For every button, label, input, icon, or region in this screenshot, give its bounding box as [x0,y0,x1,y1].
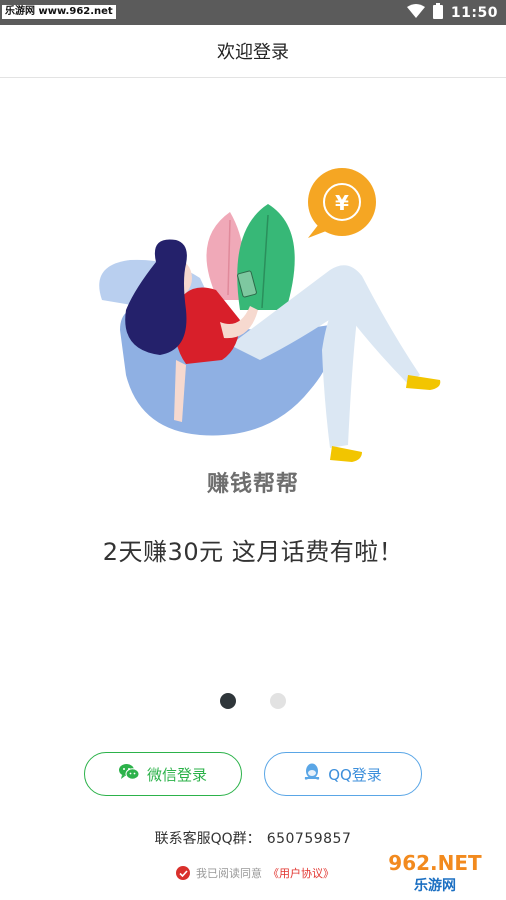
user-agreement-link[interactable]: 《用户协议》 [268,865,334,881]
pager-dot[interactable] [270,693,286,709]
watermark-top: 乐游网 www.962.net [2,5,116,19]
header: 欢迎登录 [0,25,506,78]
coin-bubble-icon: ¥ [308,168,376,238]
pager-dot-active[interactable] [220,693,236,709]
qq-penguin-icon [304,763,320,785]
contact-qq-number[interactable]: 650759857 [267,831,352,847]
watermark-logo: 962.NET 乐游网 [368,848,502,896]
agreement-row: 我已阅读同意 《用户协议》 [176,865,334,881]
contact-label: 联系客服QQ群： [154,831,261,847]
pager-dots [0,693,506,709]
status-time: 11:50 [450,4,498,21]
wifi-icon [406,3,425,22]
qq-login-button[interactable]: QQ登录 [264,752,422,796]
wechat-login-button[interactable]: 微信登录 [84,752,242,796]
agreement-checkbox[interactable] [176,866,190,880]
qq-login-label: QQ登录 [328,765,382,784]
agreement-prefix: 我已阅读同意 [196,867,262,880]
coin-symbol: ¥ [335,191,349,215]
slogan: 2天赚30元 这月话费有啦！ [102,538,404,566]
watermark-logo-top: 962.NET [388,851,482,875]
status-bar: 乐游网 www.962.net 11:50 [0,0,506,25]
battery-icon [432,2,443,23]
wechat-icon [118,763,140,785]
page-title: 欢迎登录 [217,42,289,63]
contact-info: 联系客服QQ群： 650759857 [0,828,506,848]
app-name: 赚钱帮帮 [206,472,299,497]
watermark-logo-bottom: 乐游网 [414,877,456,894]
status-icons: 11:50 [406,0,498,25]
wechat-login-label: 微信登录 [146,765,207,784]
hero-illustration: ¥ [90,160,450,470]
